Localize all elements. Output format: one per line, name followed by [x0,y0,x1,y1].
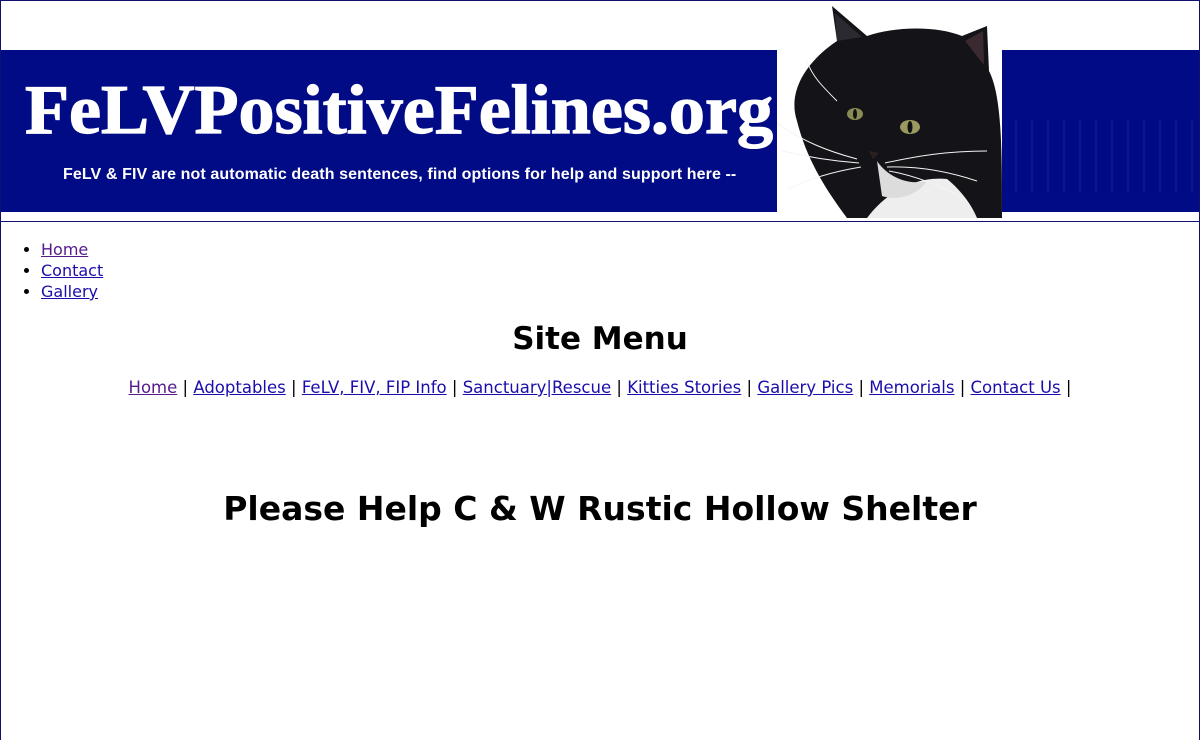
site-menu: Home | Adoptables | FeLV, FIV, FIP Info … [1,377,1199,399]
site-logo[interactable]: FeLVPositiveFelines.org [23,69,783,149]
top-nav-item-contact: Contact [41,260,103,281]
menu-separator: | [291,378,297,397]
site-menu-link-contact-us[interactable]: Contact Us [971,378,1061,397]
top-nav-item-home: Home [41,239,103,260]
top-nav-link-contact[interactable]: Contact [41,261,103,280]
page: FeLVPositiveFelines.org FeLV & FIV are n… [0,0,1200,740]
site-menu-link-kitties-stories[interactable]: Kitties Stories [627,378,741,397]
top-nav-link-gallery[interactable]: Gallery [41,282,98,301]
site-logo-text: FeLVPositiveFelines.org [25,72,773,149]
site-menu-link-home[interactable]: Home [129,378,178,397]
top-nav-item-gallery: Gallery [41,281,103,302]
site-menu-link-memorials[interactable]: Memorials [869,378,954,397]
menu-separator: | [746,378,753,397]
site-menu-link-sanctuary-rescue[interactable]: Sanctuary|Rescue [463,378,611,397]
menu-separator: | [451,378,458,397]
menu-separator: | [1065,378,1072,397]
menu-separator: | [959,378,966,397]
cat-photo [777,1,1002,218]
top-nav-link-home[interactable]: Home [41,240,88,259]
menu-separator: | [616,378,622,397]
menu-separator: | [182,378,189,397]
site-menu-link-felv-fiv-fip-info[interactable]: FeLV, FIV, FIP Info [302,378,447,397]
top-nav: Home Contact Gallery [1,239,103,302]
header-tagline: FeLV & FIV are not automatic death sente… [63,166,737,183]
site-menu-link-gallery-pics[interactable]: Gallery Pics [757,378,853,397]
menu-separator: | [858,378,864,397]
page-heading: Please Help C & W Rustic Hollow Shelter [223,489,977,528]
banner-stripes [1001,120,1199,192]
header-divider [1,221,1199,222]
site-menu-link-adoptables[interactable]: Adoptables [193,378,285,397]
site-menu-title: Site Menu [512,321,688,357]
site-header: FeLVPositiveFelines.org FeLV & FIV are n… [1,1,1199,222]
